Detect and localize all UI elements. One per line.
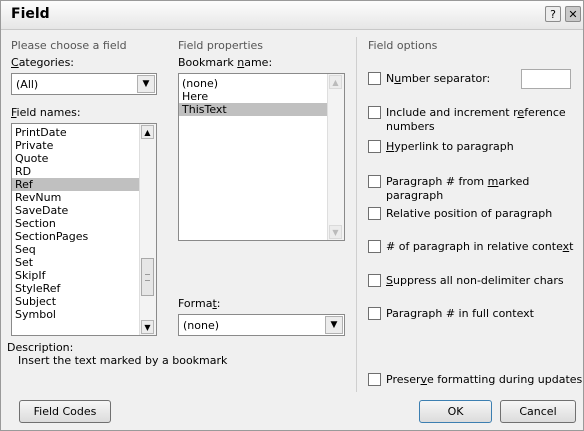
field-name-item[interactable]: RevNum <box>12 191 139 204</box>
dialog-title: Field <box>11 6 50 22</box>
include-increment-label: Include and increment reference numbers <box>386 106 566 133</box>
relative-context-checkbox[interactable] <box>368 240 381 253</box>
field-name-item[interactable]: Private <box>12 139 139 152</box>
number-separator-label: Number separator: <box>386 72 491 85</box>
relative-position-checkbox[interactable] <box>368 207 381 220</box>
hyperlink-label: Hyperlink to paragraph <box>386 140 514 153</box>
scroll-up-icon[interactable]: ▲ <box>141 125 154 139</box>
field-names-label: Field names: <box>11 106 81 119</box>
field-name-item[interactable]: Quote <box>12 152 139 165</box>
field-name-item[interactable]: Subject <box>12 295 139 308</box>
paragraph-from-marked-checkbox[interactable] <box>368 175 381 188</box>
bookmark-item[interactable]: (none) <box>179 77 327 90</box>
preserve-formatting-checkbox[interactable] <box>368 373 381 386</box>
field-names-list[interactable]: PrintDate Private Quote RD Ref RevNum SaveDate… <box>11 123 157 336</box>
field-name-item[interactable]: Ref <box>12 178 139 191</box>
hyperlink-checkbox[interactable] <box>368 140 381 153</box>
categories-label: Categories: <box>11 56 75 69</box>
field-name-item[interactable]: SectionPages <box>12 230 139 243</box>
ok-button[interactable]: OK <box>419 400 492 423</box>
suppress-non-delimiter-label: Suppress all non-delimiter chars <box>386 274 564 287</box>
field-name-item[interactable]: Symbol <box>12 308 139 321</box>
chevron-down-icon[interactable]: ▼ <box>325 316 343 334</box>
field-names-items: PrintDate Private Quote RD Ref RevNum SaveDate… <box>12 126 139 321</box>
field-name-item[interactable]: PrintDate <box>12 126 139 139</box>
bookmark-name-label: Bookmark name: <box>178 56 273 69</box>
bookmark-scrollbar[interactable]: ▲ ▼ <box>327 74 344 240</box>
field-name-item[interactable]: Set <box>12 256 139 269</box>
full-context-checkbox[interactable] <box>368 307 381 320</box>
description-text: Insert the text marked by a bookmark <box>18 354 228 367</box>
categories-combo[interactable]: (All) ▼ <box>11 73 157 95</box>
bookmark-item[interactable]: ThisText <box>179 103 327 116</box>
number-separator-checkbox[interactable] <box>368 72 381 85</box>
full-context-label: Paragraph # in full context <box>386 307 534 320</box>
field-name-item[interactable]: StyleRef <box>12 282 139 295</box>
preserve-formatting-label: Preserve formatting during updates <box>386 373 583 386</box>
scroll-thumb[interactable] <box>141 258 154 296</box>
field-name-item[interactable]: RD <box>12 165 139 178</box>
scroll-up-icon[interactable]: ▲ <box>329 75 342 89</box>
field-dialog: Field ? ✕ Please choose a field Categori… <box>0 0 584 431</box>
categories-value: (All) <box>16 78 39 91</box>
title-bar: Field ? ✕ <box>1 1 583 30</box>
field-name-item[interactable]: Seq <box>12 243 139 256</box>
left-header: Please choose a field <box>11 39 127 52</box>
field-name-item[interactable]: SaveDate <box>12 204 139 217</box>
relative-position-label: Relative position of paragraph <box>386 207 553 220</box>
format-value: (none) <box>183 319 220 332</box>
scroll-down-icon[interactable]: ▼ <box>329 225 342 239</box>
description-label: Description: <box>7 341 74 354</box>
bookmark-list[interactable]: (none) Here ThisText ▲ ▼ <box>178 73 345 241</box>
cancel-button[interactable]: Cancel <box>500 400 576 423</box>
number-separator-input[interactable] <box>521 69 571 89</box>
paragraph-from-marked-label: Paragraph # from marked paragraph <box>386 175 530 202</box>
middle-header: Field properties <box>178 39 264 52</box>
right-header: Field options <box>368 39 438 52</box>
relative-context-label: # of paragraph in relative context <box>386 240 574 253</box>
field-name-item[interactable]: SkipIf <box>12 269 139 282</box>
close-button[interactable]: ✕ <box>565 6 581 22</box>
suppress-non-delimiter-checkbox[interactable] <box>368 274 381 287</box>
field-names-scrollbar[interactable]: ▲ ▼ <box>139 124 156 335</box>
format-combo[interactable]: (none) ▼ <box>178 314 345 336</box>
include-increment-checkbox[interactable] <box>368 106 381 119</box>
bookmark-items: (none) Here ThisText <box>179 77 327 116</box>
column-divider <box>356 37 357 392</box>
chevron-down-icon[interactable]: ▼ <box>137 75 155 93</box>
field-name-item[interactable]: Section <box>12 217 139 230</box>
bookmark-item[interactable]: Here <box>179 90 327 103</box>
field-codes-button[interactable]: Field Codes <box>19 400 111 423</box>
format-label: Format: <box>178 297 221 310</box>
help-button[interactable]: ? <box>545 6 561 22</box>
scroll-down-icon[interactable]: ▼ <box>141 320 154 334</box>
